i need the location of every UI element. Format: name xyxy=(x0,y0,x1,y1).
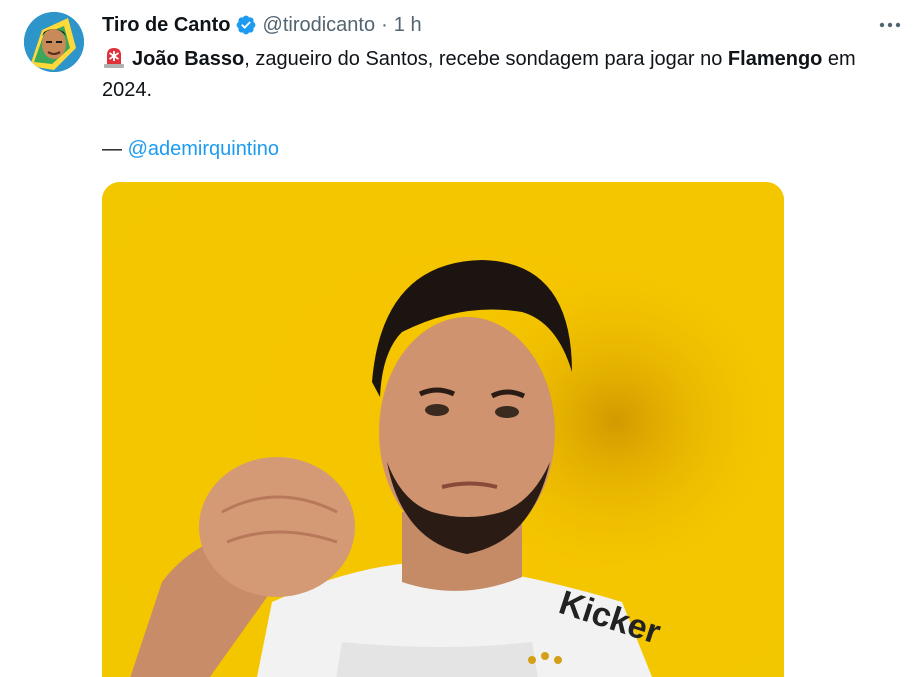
mention-link[interactable]: @ademirquintino xyxy=(128,138,280,160)
rotating-light-emoji-icon xyxy=(104,48,124,68)
avatar-illustration xyxy=(24,12,84,72)
club-name: Flamengo xyxy=(727,48,823,70)
author-name[interactable]: Tiro de Canto xyxy=(102,14,231,37)
author-handle[interactable]: @tirodicanto xyxy=(263,14,376,37)
player-photo: Kicker xyxy=(102,182,784,677)
tweet-text-part2: , zagueiro do Santos, recebe sondagem pa… xyxy=(244,48,728,70)
verified-badge-icon[interactable] xyxy=(235,14,257,36)
tweet: Tiro de Canto @tirodicanto · 1 h João Ba… xyxy=(0,0,923,677)
tweet-header: Tiro de Canto @tirodicanto · 1 h xyxy=(102,12,883,38)
more-options-icon[interactable] xyxy=(875,14,905,36)
player-name: João Basso xyxy=(132,48,245,70)
credit-dash: — xyxy=(102,138,128,160)
tweet-credit: — @ademirquintino xyxy=(102,134,883,165)
tweet-text: João Basso, zagueiro do Santos, recebe s… xyxy=(102,44,883,106)
separator-dot: · xyxy=(381,13,388,36)
tweet-timestamp[interactable]: 1 h xyxy=(394,14,422,37)
tweet-media-image[interactable]: Kicker xyxy=(102,182,784,677)
profile-avatar[interactable] xyxy=(24,12,84,72)
tweet-content: Tiro de Canto @tirodicanto · 1 h João Ba… xyxy=(102,12,883,165)
